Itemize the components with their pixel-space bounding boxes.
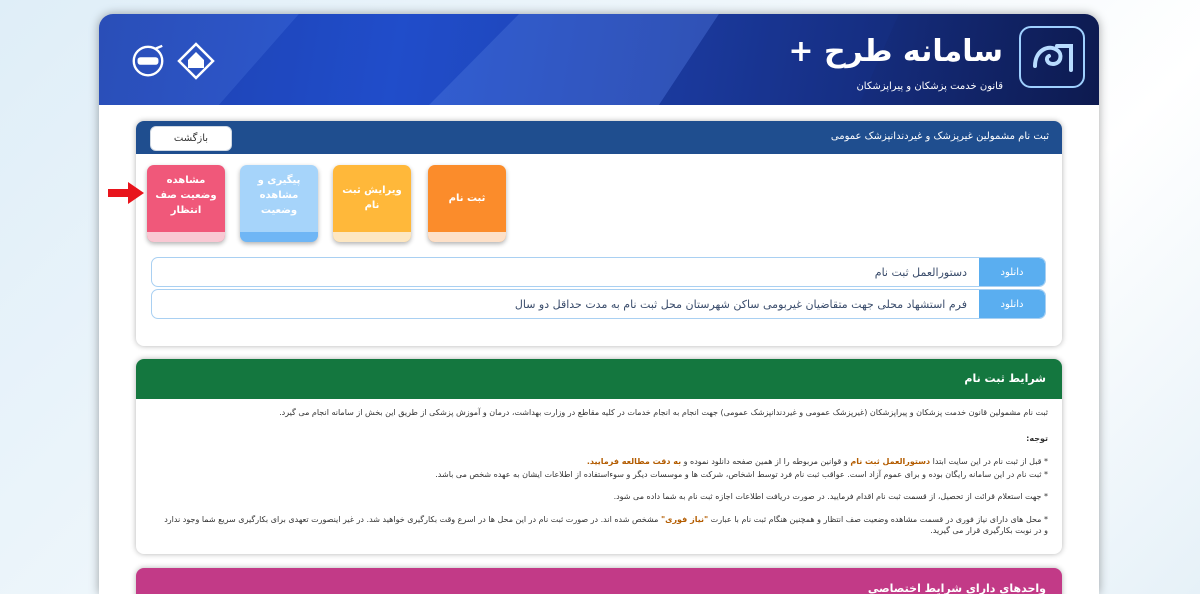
download-text: دستورالعمل ثبت نام xyxy=(874,266,967,279)
condition-highlight: به دقت مطالعه فرمایید. xyxy=(586,457,682,466)
condition-text: * جهت استعلام قرائت از تحصیل، از قسمت ثب… xyxy=(613,492,1048,501)
roshd-badge-icon[interactable] xyxy=(129,42,167,80)
download-text: فرم استشهاد محلی جهت متقاضیان غیربومی سا… xyxy=(514,298,967,311)
download-button[interactable]: دانلود xyxy=(979,290,1045,318)
download-button[interactable]: دانلود xyxy=(979,258,1045,286)
conditions-intro: ثبت نام مشمولین قانون خدمت پزشکان و پیرا… xyxy=(279,408,1048,417)
condition-item: * جهت استعلام قرائت از تحصیل، از قسمت ثب… xyxy=(158,491,1048,502)
tile-queue-status[interactable]: مشاهده وضعیت صف انتظار xyxy=(147,165,225,242)
pointer-arrow-icon xyxy=(108,182,144,204)
site-banner: سامانه طرح + قانون خدمت پزشکان و پیراپزش… xyxy=(99,14,1099,105)
app-frame: سامانه طرح + قانون خدمت پزشکان و پیراپزش… xyxy=(99,14,1099,594)
tile-track-status[interactable]: پیگیری و مشاهده وضعیت xyxy=(240,165,318,242)
conditions-heading: شرایط ثبت نام xyxy=(964,372,1046,385)
condition-highlight: دستورالعمل ثبت نام xyxy=(850,457,931,466)
registration-card: ثبت نام مشمولین غیرپزشک و غیردندانپزشک ع… xyxy=(136,121,1062,346)
note-label: توجه: xyxy=(1026,434,1048,443)
special-units-heading: واحدهای دارای شرایط اختصاصی xyxy=(867,582,1046,594)
tile-strip xyxy=(333,232,411,242)
tile-queue-label: مشاهده وضعیت صف انتظار xyxy=(155,175,217,216)
tile-register[interactable]: ثبت نام xyxy=(428,165,506,242)
tarh-logo-icon xyxy=(1019,26,1085,88)
tile-edit-label: ویرایش ثبت نام xyxy=(342,185,402,211)
conditions-card: شرایط ثبت نام ثبت نام مشمولین قانون خدمت… xyxy=(136,359,1062,554)
condition-item: * قبل از ثبت نام در این سایت ابتدا دستور… xyxy=(158,456,1048,467)
download-row: دانلود دستورالعمل ثبت نام xyxy=(151,257,1046,287)
conditions-card-header: شرایط ثبت نام xyxy=(136,359,1062,399)
condition-text: * قبل از ثبت نام در این سایت ابتدا xyxy=(930,457,1048,466)
special-units-card[interactable]: واحدهای دارای شرایط اختصاصی xyxy=(136,568,1062,594)
tile-track-label: پیگیری و مشاهده وضعیت xyxy=(257,175,301,216)
tile-register-label: ثبت نام xyxy=(448,193,486,204)
registration-card-header: ثبت نام مشمولین غیرپزشک و غیردندانپزشک ع… xyxy=(136,121,1062,154)
tile-strip xyxy=(428,232,506,242)
condition-text: * ثبت نام در این سامانه رایگان بوده و بر… xyxy=(435,470,1048,479)
home-badge-icon[interactable] xyxy=(177,42,215,80)
back-button[interactable]: بازگشت xyxy=(150,126,232,151)
tile-strip xyxy=(240,232,318,242)
site-title: سامانه طرح + xyxy=(788,34,1003,69)
download-row: دانلود فرم استشهاد محلی جهت متقاضیان غیر… xyxy=(151,289,1046,319)
condition-item: * ثبت نام در این سامانه رایگان بوده و بر… xyxy=(158,469,1048,480)
site-subtitle: قانون خدمت پزشکان و پیراپزشکان xyxy=(856,81,1003,92)
condition-highlight: "نیاز فوری" xyxy=(660,515,709,524)
tile-edit-registration[interactable]: ویرایش ثبت نام xyxy=(333,165,411,242)
condition-text: * محل های دارای نیاز فوری در قسمت مشاهده… xyxy=(708,515,1048,524)
condition-text: و قوانین مربوطه را از همین صفحه دانلود ن… xyxy=(681,457,851,466)
registration-heading: ثبت نام مشمولین غیرپزشک و غیردندانپزشک ع… xyxy=(830,131,1049,142)
tile-strip xyxy=(147,232,225,242)
condition-item: * محل های دارای نیاز فوری در قسمت مشاهده… xyxy=(158,514,1048,536)
